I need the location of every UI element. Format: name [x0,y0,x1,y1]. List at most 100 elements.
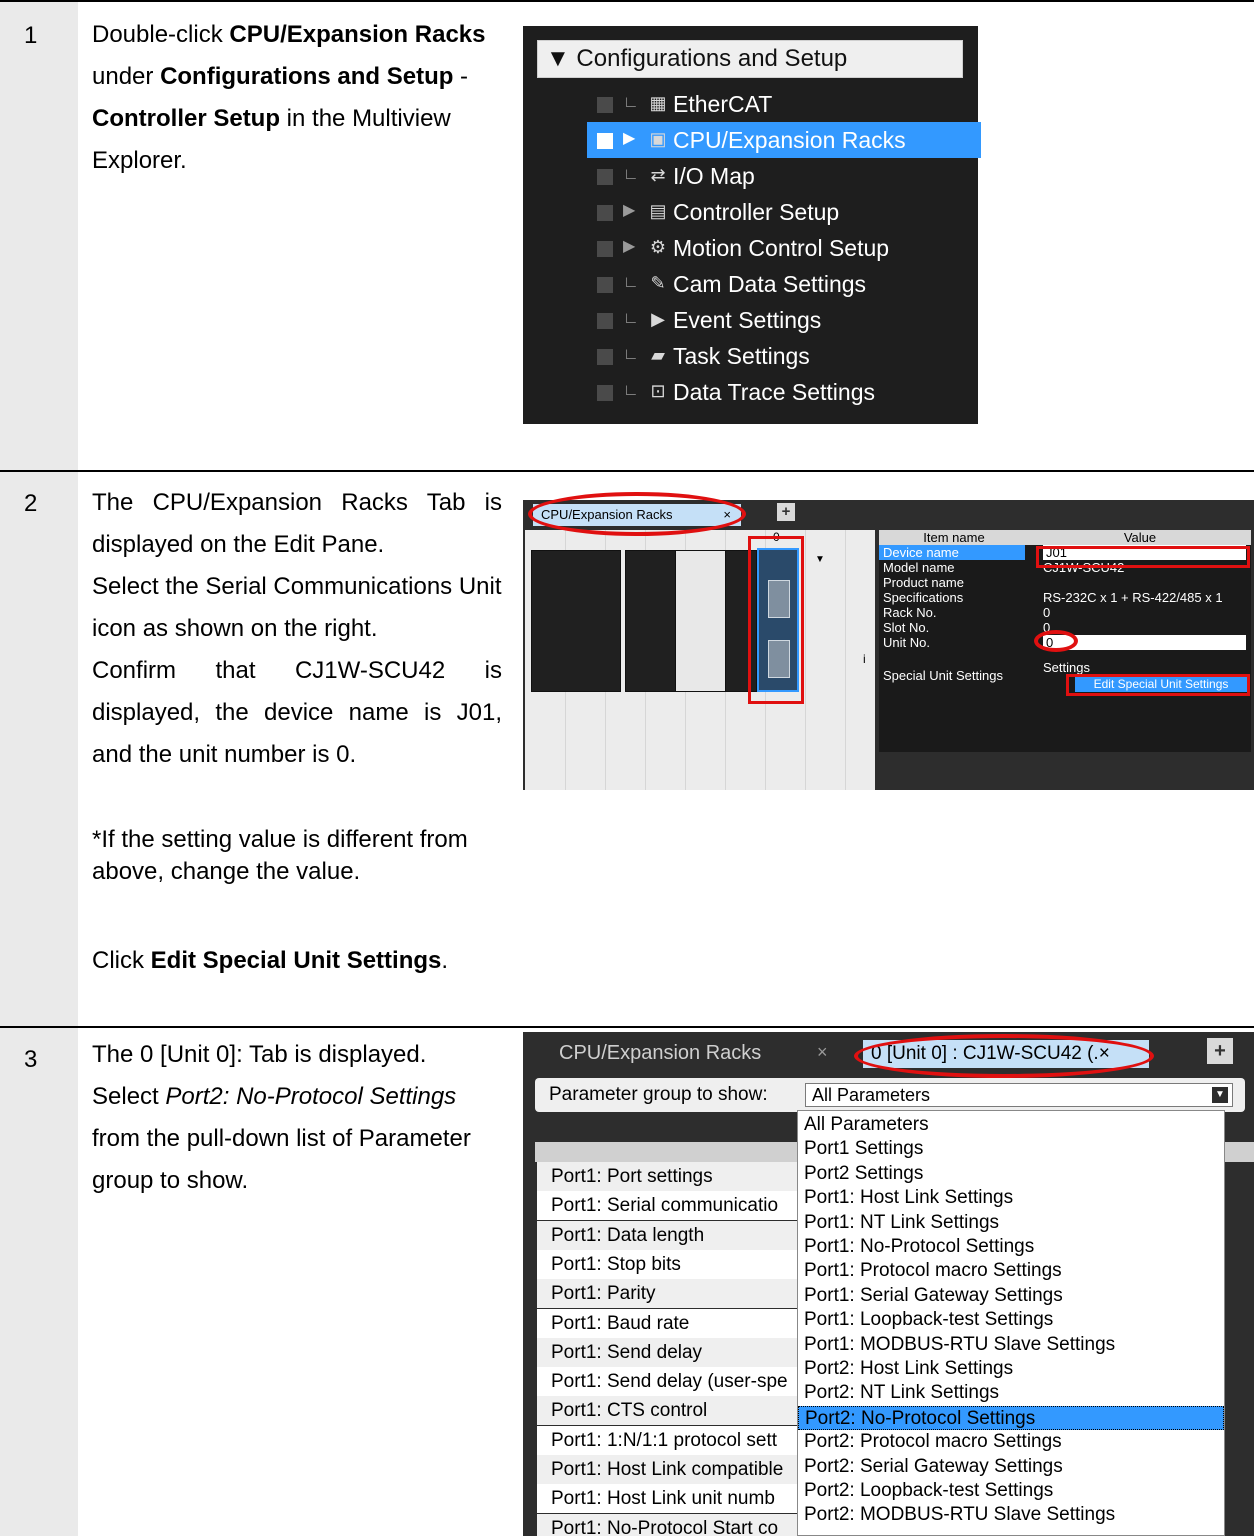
dropdown-option[interactable]: Port2: Protocol macro Settings [798,1430,1224,1454]
parameter-row[interactable]: Port1: Data length [537,1220,837,1250]
configurations-header[interactable]: ▼ Configurations and Setup [537,40,963,78]
dropdown-option[interactable]: Port1: Protocol macro Settings [798,1259,1224,1283]
tree-item[interactable]: ∟ ▦ EtherCAT [523,86,978,122]
tab-cpu-expansion-racks[interactable]: CPU/Expansion Racks [559,1042,761,1065]
add-tab-icon[interactable]: + [777,503,795,521]
parameter-row[interactable]: Port1: Port settings [537,1162,837,1191]
property-value: 0 [1043,605,1050,620]
parameter-row[interactable]: Port1: 1:N/1:1 protocol sett [537,1425,837,1455]
tree-item[interactable]: ▶ ⚙ Motion Control Setup [523,230,978,266]
parameter-row[interactable]: Port1: CTS control [537,1396,837,1426]
dropdown-option[interactable]: Port1: MODBUS-RTU Slave Settings [798,1333,1224,1357]
tree-branch-icon: ∟ [623,382,639,399]
tree-item[interactable]: ▶ ▤ Controller Setup [523,194,978,230]
tree-item-label: Task Settings [673,343,810,369]
controller-setup-icon: ▤ [649,201,667,221]
close-icon[interactable]: × [817,1042,828,1063]
step-number: 1 [24,22,38,49]
tree-item-label: Motion Control Setup [673,235,890,261]
tree-item-label: CPU/Expansion Racks [673,127,906,153]
status-square-icon [597,133,613,149]
parameter-row[interactable]: Port1: Send delay (user-spe [537,1367,837,1397]
parameter-row[interactable]: Port1: No-Protocol Start co [537,1513,837,1536]
parameter-group-select[interactable]: All Parameters ▼ [805,1083,1233,1107]
ethercat-icon: ▦ [649,93,667,113]
dropdown-option[interactable]: Port2 Settings [798,1162,1224,1186]
dropdown-option[interactable]: Port2: Serial Gateway Settings [798,1455,1224,1479]
expand-arrow-icon[interactable]: ▶ [623,234,641,260]
property-text: RS-232C x 1 + RS-422/485 x 1 [1043,590,1223,605]
property-key: Device name [879,545,1025,560]
tree-item-label: Cam Data Settings [673,271,867,297]
dropdown-option[interactable]: Port2: No-Protocol Settings [798,1405,1224,1431]
step-2-text: The CPU/Expansion Racks Tab is displayed… [92,489,502,974]
parameter-row[interactable]: Port1: Host Link compatible [537,1455,837,1484]
annotation-oval [1034,630,1078,652]
chevron-down-icon[interactable]: ▼ [1212,1087,1228,1103]
tree-item[interactable]: ∟ ✎ Cam Data Settings [523,266,978,302]
tree-item[interactable]: ∟ ⇄ I/O Map [523,158,978,194]
dropdown-option[interactable]: Port1: No-Protocol Settings [798,1235,1224,1259]
dropdown-option[interactable]: Port1: Serial Gateway Settings [798,1284,1224,1308]
step-number: 3 [24,1046,38,1073]
tree-item[interactable]: ∟ ▰ Task Settings [523,338,978,374]
info-icon[interactable]: i [863,652,866,666]
rack-icon: ▣ [649,129,667,149]
parameter-row[interactable]: Port1: Send delay [537,1337,837,1367]
status-square-icon [597,97,613,113]
parameter-row[interactable]: Port1: Baud rate [537,1308,837,1338]
tree-item-label: Event Settings [673,307,822,333]
dropdown-option[interactable]: Port1 Settings [798,1137,1224,1161]
dropdown-option[interactable]: Port1: NT Link Settings [798,1211,1224,1235]
cam-icon: ✎ [650,273,666,293]
expand-arrow-icon[interactable]: ▶ [623,198,641,224]
property-text: 0 [1043,605,1051,620]
parameter-group-label: Parameter group to show: [549,1084,768,1105]
property-value: RS-232C x 1 + RS-422/485 x 1 [1043,590,1223,605]
step-1-text: Double-click CPU/Expansion Racks under C… [92,21,486,174]
status-square-icon [597,385,613,401]
tree-item-label: Data Trace Settings [673,379,875,405]
multiview-explorer: ▼ Configurations and Setup ∟ ▦ EtherCAT ▶ ▣ C… [523,26,981,424]
property-key: Slot No. [883,620,930,635]
cpu-unit-panel [675,550,727,692]
expand-arrow-icon[interactable]: ▶ [623,126,641,152]
dropdown-option[interactable]: Port2: NT Link Settings [798,1381,1224,1405]
step-3-text: The 0 [Unit 0]: Tab is displayed. Select… [92,1041,471,1194]
chevron-down-icon[interactable]: ▼ [815,554,825,565]
tree-item[interactable]: ▶ ▣ CPU/Expansion Racks [523,122,981,158]
task-icon: ▰ [651,345,665,365]
tree-item[interactable]: ∟ ▶ Event Settings [523,302,978,338]
parameter-row[interactable]: Port1: Parity [537,1279,837,1309]
parameter-row[interactable]: Port1: Host Link unit numb [537,1484,837,1514]
tree-item-label: EtherCAT [673,91,773,117]
dropdown-option[interactable]: Port1: Host Link Settings [798,1186,1224,1210]
tree-item-label: Controller Setup [673,199,840,225]
step-number: 2 [24,490,38,517]
tree-item-label: I/O Map [673,163,755,189]
properties-header: Item name Value [879,530,1251,545]
dropdown-option[interactable]: Port2: MODBUS-RTU Slave Settings [798,1503,1224,1527]
trace-icon: ⊡ [650,381,666,401]
add-tab-icon[interactable]: + [1207,1038,1233,1064]
parameter-row[interactable]: Port1: Serial communicatio [537,1191,837,1221]
status-square-icon [597,277,613,293]
divider [0,470,1254,472]
parameter-row[interactable]: Port1: Stop bits [537,1249,837,1279]
tree-branch-icon: ∟ [623,274,639,291]
dropdown-option[interactable]: Port2: Host Link Settings [798,1357,1224,1381]
cpu-expansion-racks-screen: CPU/Expansion Racks × + 0 ▼ i Item name V… [523,500,1254,790]
power-supply-unit[interactable] [531,550,621,692]
dropdown-option[interactable]: All Parameters [798,1113,1224,1137]
property-row: Specifications RS-232C x 1 + RS-422/485 x… [879,590,1251,605]
property-key: Product name [883,575,964,590]
step-number-column [0,0,78,1536]
tree-item[interactable]: ∟ ⊡ Data Trace Settings [523,374,978,410]
dropdown-option[interactable]: Port1: Loopback-test Settings [798,1308,1224,1332]
annotation-rect [748,536,804,704]
property-row: Rack No. 0 [879,605,1251,620]
tree-branch-icon: ∟ [623,310,639,327]
dropdown-option[interactable]: Port2: Loopback-test Settings [798,1479,1224,1503]
io-map-icon: ⇄ [650,165,666,185]
property-row: Product name [879,575,1251,590]
